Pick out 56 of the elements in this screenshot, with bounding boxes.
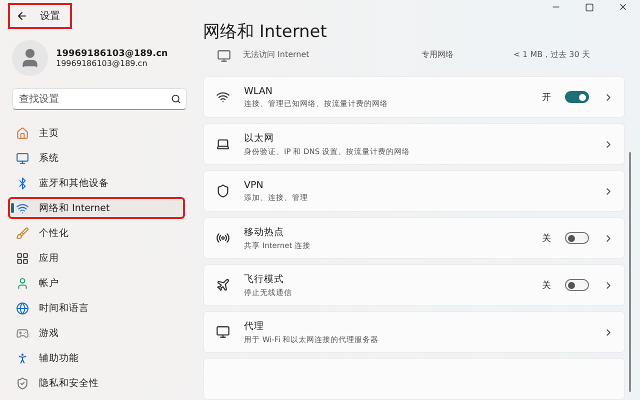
brush-icon — [16, 226, 29, 240]
sidebar-item[interactable]: 帐户 — [8, 272, 185, 294]
sidebar-item[interactable]: 系统 — [8, 147, 185, 169]
setting-title: 移动热点 — [244, 226, 285, 238]
toggle-switch[interactable] — [565, 232, 589, 244]
antenna-icon — [216, 231, 230, 245]
selection-indicator — [11, 203, 14, 213]
close-icon[interactable] — [618, 2, 628, 12]
scrollbar[interactable] — [629, 152, 631, 392]
gamepad-icon — [16, 326, 29, 340]
account-email: 19969186103@189.cn — [56, 58, 148, 68]
home-icon — [16, 126, 29, 140]
monitor-icon — [216, 325, 230, 339]
sidebar-item[interactable]: 辅助功能 — [8, 347, 185, 369]
back-arrow-icon — [16, 10, 28, 22]
apps-icon — [16, 252, 29, 264]
setting-title: VPN — [244, 180, 264, 190]
airplane-icon — [216, 278, 230, 292]
data-usage: < 1 MB，过去 30 天 — [513, 49, 590, 60]
bluetooth-icon — [16, 176, 29, 190]
search-icon — [171, 94, 181, 104]
wifi-icon — [216, 90, 230, 104]
setting-title: 以太网 — [244, 132, 275, 144]
shield-icon — [16, 376, 29, 390]
setting-title: 代理 — [244, 320, 265, 332]
setting-title: 飞行模式 — [244, 272, 285, 286]
network-status: 无法访问 Internet — [243, 49, 310, 60]
setting-title: WLAN — [244, 86, 274, 96]
sidebar-item[interactable]: 蓝牙和其他设备 — [8, 172, 185, 194]
toggle-switch[interactable] — [565, 91, 589, 103]
maximize-icon[interactable] — [585, 2, 594, 12]
toggle-switch[interactable] — [565, 279, 589, 291]
wifi-icon — [16, 202, 29, 214]
sidebar-item[interactable]: 主页 — [8, 122, 185, 144]
search-field[interactable]: 查找设置 — [12, 88, 187, 110]
shield-icon — [216, 184, 230, 198]
back-button[interactable]: 设置 — [8, 3, 72, 29]
monitor-icon — [16, 152, 29, 164]
network-type: 专用网络 — [421, 49, 454, 60]
page-title: 网络和 Internet — [203, 21, 328, 44]
sidebar-item[interactable]: 应用 — [8, 247, 185, 269]
toggle-state: 开 — [542, 92, 551, 104]
avatar — [12, 40, 48, 76]
laptop-icon — [216, 137, 230, 151]
globe-icon — [16, 302, 29, 314]
account-name: 19969186103@189.cn — [56, 48, 168, 58]
sidebar-item[interactable]: 时间和语言 — [8, 297, 185, 319]
sidebar-item[interactable]: 个性化 — [8, 222, 185, 244]
sidebar-item[interactable]: 隐私和安全性 — [8, 372, 185, 394]
toggle-state: 关 — [542, 232, 551, 244]
toggle-state: 关 — [542, 280, 551, 292]
accessibility-icon — [16, 352, 29, 364]
sidebar-item[interactable]: 网络和 Internet — [8, 197, 185, 219]
monitor-icon — [217, 49, 231, 64]
person-icon — [16, 276, 29, 290]
sidebar-item[interactable]: 游戏 — [8, 322, 185, 344]
